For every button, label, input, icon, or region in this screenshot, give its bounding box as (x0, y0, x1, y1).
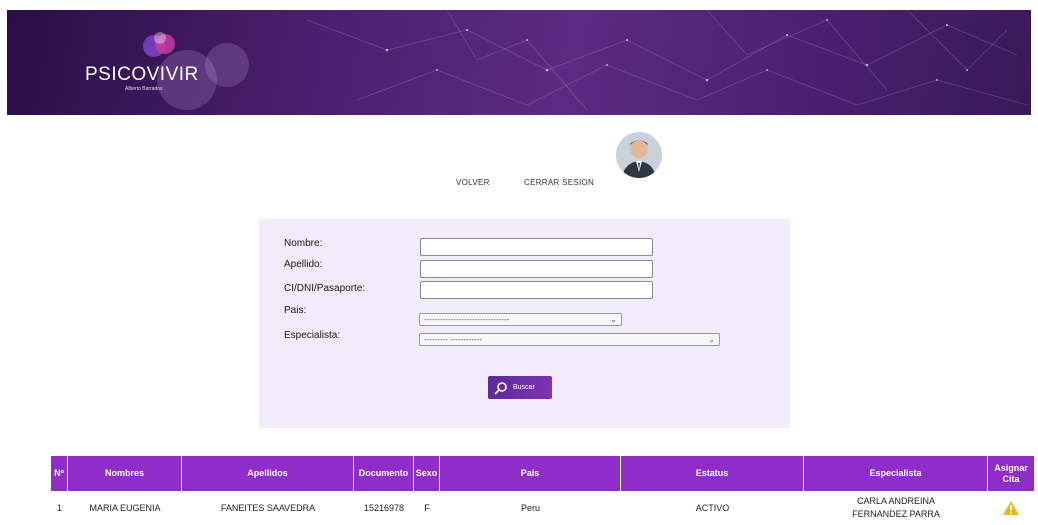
search-panel: Nombre: Apellido: CI/DNI/Pasaporte: Pais… (259, 219, 790, 428)
col-header-asignar-cita: Asignar Cita (994, 462, 1028, 484)
cell-apellidos: FANEITES SAAVEDRA (220, 502, 316, 513)
cerrar-sesion-link[interactable]: CERRAR SESION (524, 178, 594, 187)
chevron-down-icon: ⌄ (610, 315, 617, 324)
user-avatar[interactable] (616, 132, 662, 178)
col-header-nombres: Nombres (68, 456, 182, 491)
documento-input[interactable] (420, 281, 653, 299)
documento-label: CI/DNI/Pasaporte: (284, 283, 366, 294)
col-header-especialista: Especialista (804, 456, 988, 491)
pais-select[interactable]: -------------------------------- ⌄ (419, 313, 622, 326)
cell-numero: 1 (56, 502, 62, 513)
apellido-label: Apellido: (284, 259, 323, 270)
search-button-label: Buscar (513, 384, 535, 391)
cell-especialista: CARLA ANDREINA FERNANDEZ PARRA (852, 496, 940, 519)
table-header: Nº Nombres Apellidos Documento Sexo Pais… (51, 456, 1034, 491)
cell-estatus: ACTIVO (695, 502, 730, 513)
col-header-sexo: Sexo (414, 456, 440, 491)
pais-label: Pais: (284, 305, 307, 316)
psicovivir-logo[interactable]: PSICOVIVIR Alberto Barrados (85, 28, 215, 108)
search-button[interactable]: Buscar (488, 376, 552, 399)
chevron-down-icon: ⌄ (708, 335, 715, 344)
cell-sexo: F (424, 502, 430, 513)
cell-documento: 15216978 (363, 502, 405, 513)
especialista-selected-value: --------- ------------ (424, 335, 483, 344)
table-row: 1 MARIA EUGENIA FANEITES SAAVEDRA 152169… (51, 491, 1034, 525)
cell-pais: Peru (520, 502, 540, 513)
apellido-input[interactable] (420, 260, 653, 278)
col-header-pais: Pais (440, 456, 621, 491)
col-header-numero: Nº (51, 456, 68, 491)
logo-mark-icon (143, 32, 175, 57)
pais-selected-value: -------------------------------- (424, 315, 510, 324)
volver-link[interactable]: VOLVER (456, 178, 490, 187)
logo-text: PSICOVIVIR (85, 64, 199, 85)
search-icon (494, 381, 507, 394)
logo-subtitle: Alberto Barrados (125, 86, 163, 92)
nombre-label: Nombre: (284, 238, 323, 249)
col-header-apellidos: Apellidos (182, 456, 354, 491)
cell-nombres: MARIA EUGENIA (89, 502, 161, 513)
user-avatar-icon (616, 132, 662, 178)
col-header-estatus: Estatus (621, 456, 804, 491)
especialista-label: Especialista: (284, 330, 341, 341)
header-banner: PSICOVIVIR Alberto Barrados (7, 10, 1031, 115)
nombre-input[interactable] (420, 238, 653, 256)
especialista-select[interactable]: --------- ------------ ⌄ (419, 333, 720, 346)
asignar-cita-button[interactable] (988, 491, 1034, 525)
col-header-documento: Documento (354, 456, 414, 491)
warning-icon (1003, 501, 1019, 515)
